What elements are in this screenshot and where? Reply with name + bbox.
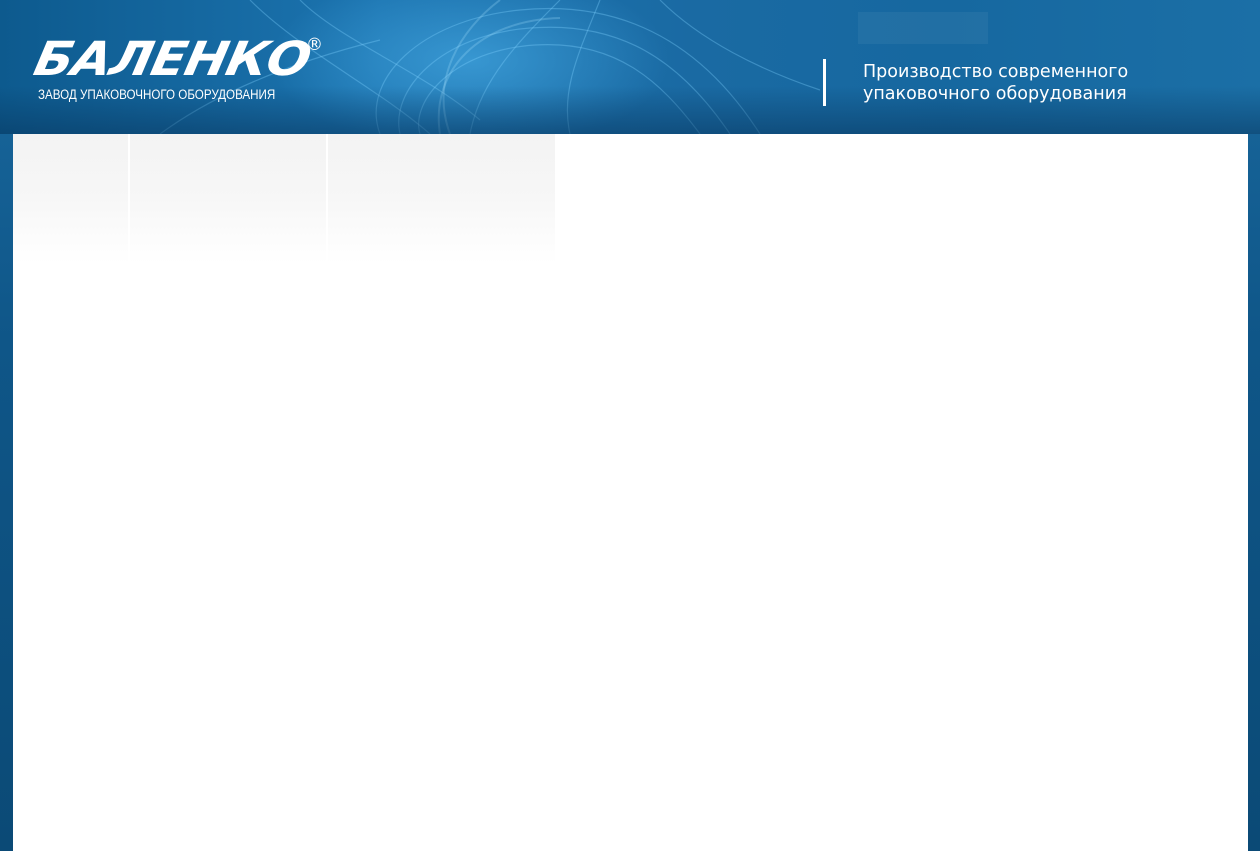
registered-trademark-icon: ® xyxy=(306,35,323,55)
logo-wordmark: БАЛЕНКО xyxy=(29,32,316,87)
site-header: БАЛЕНКО ® ЗАВОД УПАКОВОЧНОГО ОБОРУДОВАНИ… xyxy=(0,0,1260,134)
tagline-line-2: упаковочного оборудования xyxy=(863,84,1127,104)
header-divider xyxy=(823,59,826,106)
nav-placeholder-3 xyxy=(328,134,555,264)
header-highlight xyxy=(858,12,988,44)
nav-placeholder-1 xyxy=(13,134,128,264)
main-content-area xyxy=(13,134,1248,851)
tagline-line-1: Производство современного xyxy=(863,62,1129,82)
header-tagline: Производство современного упаковочного о… xyxy=(863,61,1223,105)
company-logo[interactable]: БАЛЕНКО ® ЗАВОД УПАКОВОЧНОГО ОБОРУДОВАНИ… xyxy=(29,32,336,106)
logo-subtitle: ЗАВОД УПАКОВОЧНОГО ОБОРУДОВАНИЯ xyxy=(38,87,276,102)
page: БАЛЕНКО ® ЗАВОД УПАКОВОЧНОГО ОБОРУДОВАНИ… xyxy=(0,0,1260,851)
nav-placeholder-2 xyxy=(130,134,326,264)
